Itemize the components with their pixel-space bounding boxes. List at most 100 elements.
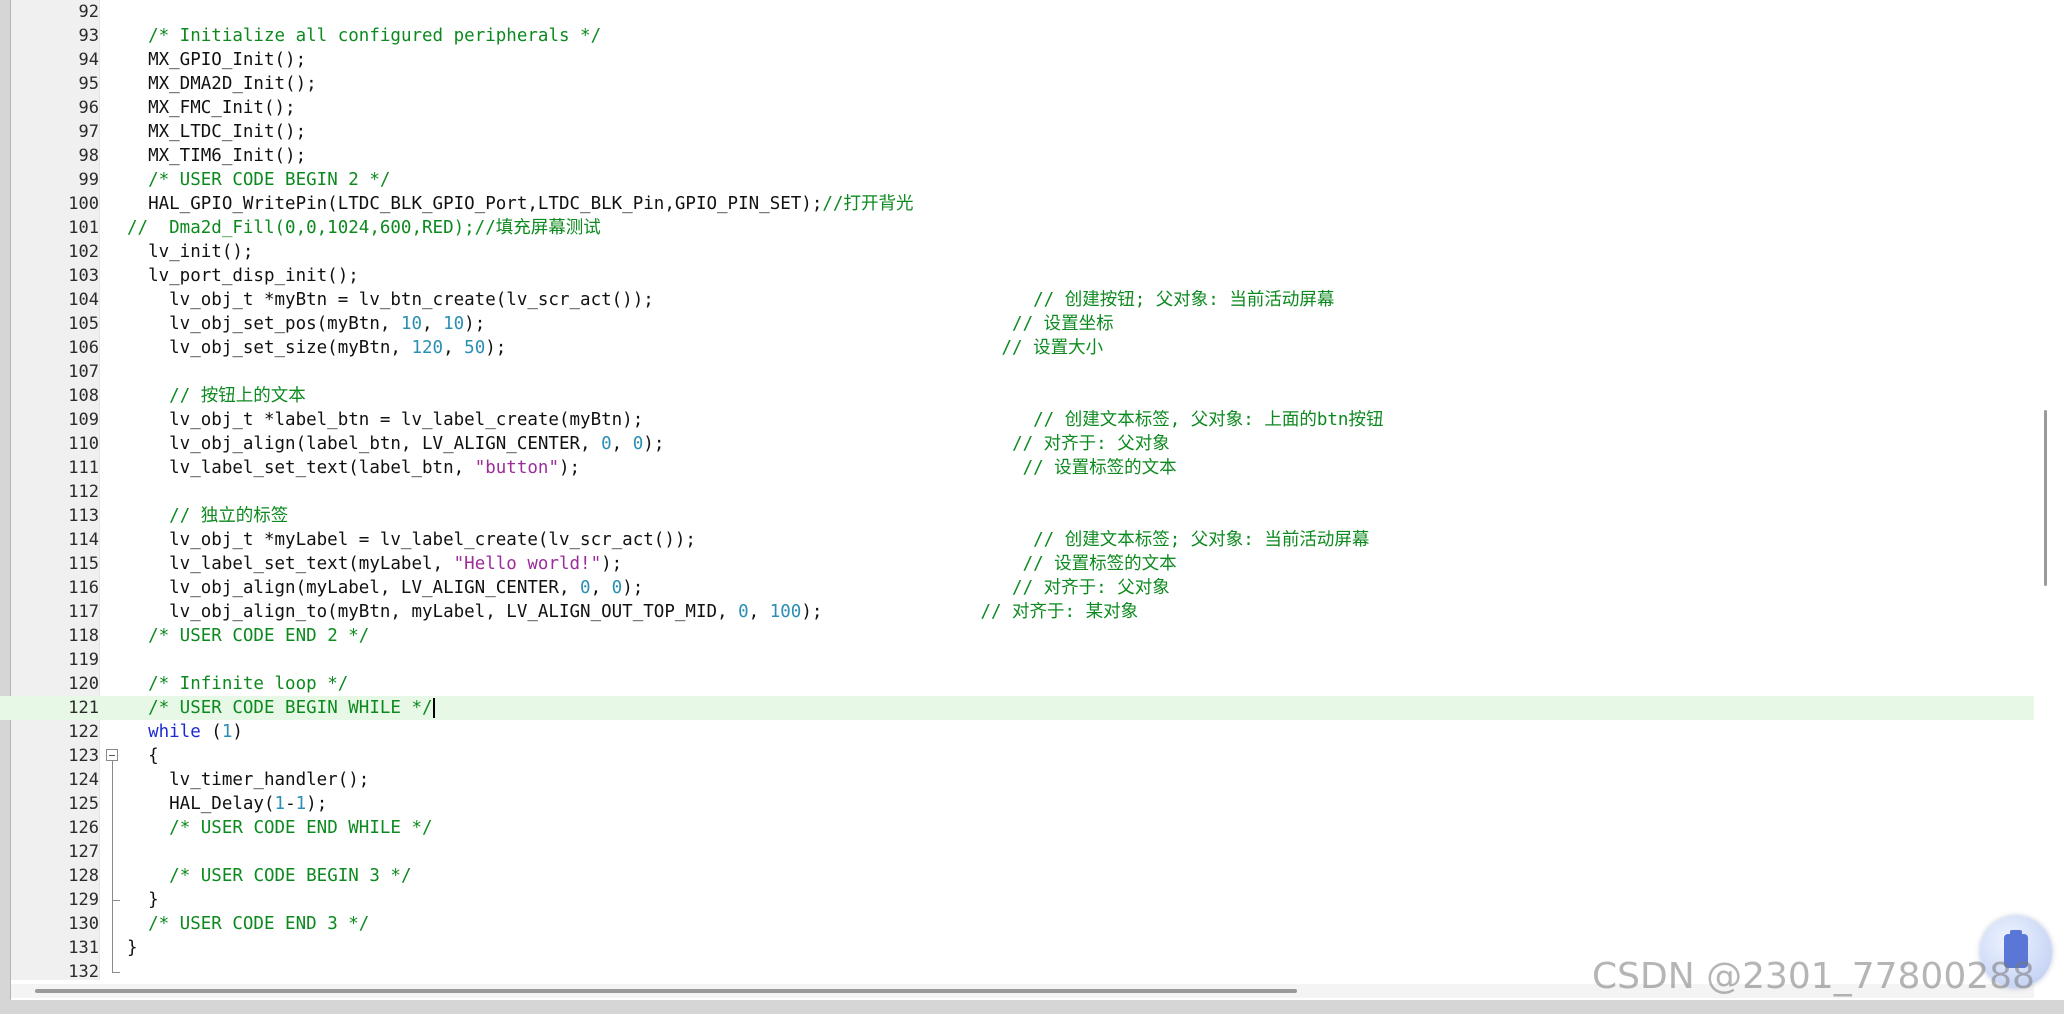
- code-line[interactable]: 122 while (1): [0, 720, 2034, 744]
- code-text[interactable]: /* Initialize all configured peripherals…: [127, 24, 601, 48]
- code-text[interactable]: // Dma2d_Fill(0,0,1024,600,RED);//填充屏幕测试: [127, 216, 601, 240]
- code-text[interactable]: MX_LTDC_Init();: [127, 120, 306, 144]
- code-text[interactable]: // 按钮上的文本: [127, 384, 306, 408]
- code-line[interactable]: 112: [0, 480, 2034, 504]
- code-line[interactable]: 96 MX_FMC_Init();: [0, 96, 2034, 120]
- code-text[interactable]: lv_obj_set_size(myBtn, 120, 50); // 设置大小: [127, 336, 1103, 360]
- code-line[interactable]: 97 MX_LTDC_Init();: [0, 120, 2034, 144]
- vertical-scrollbar-thumb[interactable]: [2044, 410, 2047, 586]
- code-token: );: [622, 578, 1013, 598]
- code-token: );: [643, 434, 1013, 454]
- code-text[interactable]: /* USER CODE BEGIN 3 */: [127, 864, 411, 888]
- code-text[interactable]: while (1): [127, 720, 243, 744]
- code-line[interactable]: 110 lv_obj_align(label_btn, LV_ALIGN_CEN…: [0, 432, 2034, 456]
- code-text[interactable]: MX_TIM6_Init();: [127, 144, 306, 168]
- code-line[interactable]: 117 lv_obj_align_to(myBtn, myLabel, LV_A…: [0, 600, 2034, 624]
- code-text[interactable]: }: [127, 888, 159, 912]
- code-text[interactable]: }: [127, 936, 138, 960]
- code-lines[interactable]: 92 93 /* Initialize all configured periph…: [0, 0, 2034, 984]
- code-line[interactable]: 106 lv_obj_set_size(myBtn, 120, 50); // …: [0, 336, 2034, 360]
- line-number: 105: [68, 314, 99, 334]
- code-line[interactable]: 100 HAL_GPIO_WritePin(LTDC_BLK_GPIO_Port…: [0, 192, 2034, 216]
- code-line[interactable]: 113 // 独立的标签: [0, 504, 2034, 528]
- line-number: 127: [68, 842, 99, 862]
- code-line[interactable]: 93 /* Initialize all configured peripher…: [0, 24, 2034, 48]
- code-line[interactable]: 107: [0, 360, 2034, 384]
- code-line[interactable]: 116 lv_obj_align(myLabel, LV_ALIGN_CENTE…: [0, 576, 2034, 600]
- code-line[interactable]: 124 lv_timer_handler();: [0, 768, 2034, 792]
- code-text[interactable]: lv_label_set_text(myLabel, "Hello world!…: [127, 552, 1177, 576]
- code-text[interactable]: MX_GPIO_Init();: [127, 48, 306, 72]
- code-line[interactable]: 114 lv_obj_t *myLabel = lv_label_create(…: [0, 528, 2034, 552]
- code-token: {: [127, 746, 159, 766]
- code-line[interactable]: 108 // 按钮上的文本: [0, 384, 2034, 408]
- minus-box-icon[interactable]: [106, 749, 118, 761]
- code-line[interactable]: 98 MX_TIM6_Init();: [0, 144, 2034, 168]
- code-text[interactable]: lv_obj_set_pos(myBtn, 10, 10); // 设置坐标: [127, 312, 1114, 336]
- line-number: 109: [68, 410, 99, 430]
- line-number: 106: [68, 338, 99, 358]
- line-number: 100: [68, 194, 99, 214]
- code-line[interactable]: 119: [0, 648, 2034, 672]
- code-line[interactable]: 104 lv_obj_t *myBtn = lv_btn_create(lv_s…: [0, 288, 2034, 312]
- code-line[interactable]: 127: [0, 840, 2034, 864]
- code-line[interactable]: 128 /* USER CODE BEGIN 3 */: [0, 864, 2034, 888]
- code-line[interactable]: 120 /* Infinite loop */: [0, 672, 2034, 696]
- line-number: 130: [68, 914, 99, 934]
- code-text[interactable]: /* USER CODE END 2 */: [127, 624, 369, 648]
- code-text[interactable]: HAL_Delay(1-1);: [127, 792, 327, 816]
- code-text[interactable]: lv_obj_t *label_btn = lv_label_create(my…: [127, 408, 1383, 432]
- code-text[interactable]: /* USER CODE END WHILE */: [127, 816, 432, 840]
- code-text[interactable]: lv_obj_align(myLabel, LV_ALIGN_CENTER, 0…: [127, 576, 1170, 600]
- code-line[interactable]: 126 /* USER CODE END WHILE */: [0, 816, 2034, 840]
- code-text[interactable]: MX_DMA2D_Init();: [127, 72, 317, 96]
- code-line[interactable]: 109 lv_obj_t *label_btn = lv_label_creat…: [0, 408, 2034, 432]
- code-text[interactable]: lv_init();: [127, 240, 253, 264]
- code-line[interactable]: 92: [0, 0, 2034, 24]
- line-number: 117: [68, 602, 99, 622]
- code-line[interactable]: 111 lv_label_set_text(label_btn, "button…: [0, 456, 2034, 480]
- code-line[interactable]: 118 /* USER CODE END 2 */: [0, 624, 2034, 648]
- code-comment: // 设置标签的文本: [1022, 458, 1177, 478]
- code-line[interactable]: 102 lv_init();: [0, 240, 2034, 264]
- code-token: }: [127, 938, 138, 958]
- code-line[interactable]: 129 }: [0, 888, 2034, 912]
- code-text[interactable]: lv_obj_align_to(myBtn, myLabel, LV_ALIGN…: [127, 600, 1138, 624]
- code-line[interactable]: 101 // Dma2d_Fill(0,0,1024,600,RED);//填充屏…: [0, 216, 2034, 240]
- code-token: -: [285, 794, 296, 814]
- line-number: 101: [68, 218, 99, 238]
- code-text[interactable]: MX_FMC_Init();: [127, 96, 296, 120]
- code-text[interactable]: HAL_GPIO_WritePin(LTDC_BLK_GPIO_Port,LTD…: [127, 192, 913, 216]
- vertical-scrollbar[interactable]: [2034, 0, 2064, 984]
- horizontal-scrollbar-thumb[interactable]: [35, 989, 1297, 993]
- code-text[interactable]: lv_port_disp_init();: [127, 264, 359, 288]
- code-line[interactable]: 103 lv_port_disp_init();: [0, 264, 2034, 288]
- code-text[interactable]: {: [127, 744, 159, 768]
- code-text[interactable]: /* USER CODE END 3 */: [127, 912, 369, 936]
- code-text[interactable]: lv_label_set_text(label_btn, "button"); …: [127, 456, 1177, 480]
- code-line[interactable]: 94 MX_GPIO_Init();: [0, 48, 2034, 72]
- code-text[interactable]: lv_timer_handler();: [127, 768, 369, 792]
- code-text[interactable]: lv_obj_t *myBtn = lv_btn_create(lv_scr_a…: [127, 288, 1334, 312]
- code-text[interactable]: /* USER CODE BEGIN 2 */: [127, 168, 390, 192]
- code-text[interactable]: /* Infinite loop */: [127, 672, 348, 696]
- code-line[interactable]: 123 {: [0, 744, 2034, 768]
- code-line[interactable]: 105 lv_obj_set_pos(myBtn, 10, 10); // 设置…: [0, 312, 2034, 336]
- line-number: 111: [68, 458, 99, 478]
- code-line[interactable]: 121 /* USER CODE BEGIN WHILE */: [0, 696, 2034, 720]
- code-line[interactable]: 99 /* USER CODE BEGIN 2 */: [0, 168, 2034, 192]
- code-line[interactable]: 115 lv_label_set_text(myLabel, "Hello wo…: [0, 552, 2034, 576]
- line-number: 116: [68, 578, 99, 598]
- code-token: HAL_GPIO_WritePin(LTDC_BLK_GPIO_Port,LTD…: [127, 194, 823, 214]
- code-line[interactable]: 130 /* USER CODE END 3 */: [0, 912, 2034, 936]
- code-token: ,: [422, 314, 444, 334]
- code-text[interactable]: lv_obj_t *myLabel = lv_label_create(lv_s…: [127, 528, 1369, 552]
- code-token: lv_init();: [127, 242, 254, 262]
- code-line[interactable]: 125 HAL_Delay(1-1);: [0, 792, 2034, 816]
- code-line[interactable]: 95 MX_DMA2D_Init();: [0, 72, 2034, 96]
- code-token: );: [558, 458, 1023, 478]
- code-text[interactable]: lv_obj_align(label_btn, LV_ALIGN_CENTER,…: [127, 432, 1170, 456]
- code-text[interactable]: // 独立的标签: [127, 504, 288, 528]
- code-text[interactable]: /* USER CODE BEGIN WHILE */: [127, 696, 435, 720]
